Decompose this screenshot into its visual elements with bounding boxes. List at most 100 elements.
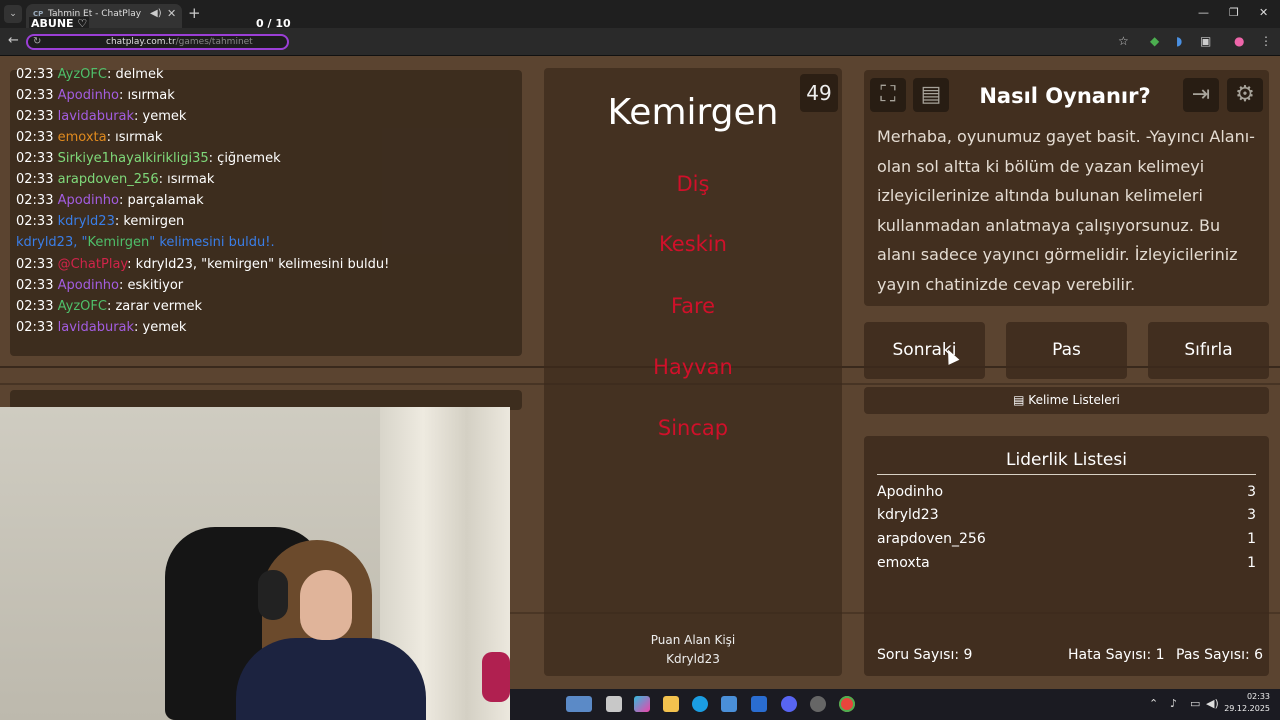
chat-message: 02:33 lavidaburak: yemek — [16, 109, 186, 124]
taskbar-time: 02:33 — [1246, 692, 1270, 701]
chat-username[interactable]: @ChatPlay — [58, 257, 128, 272]
system-prefix: kdryld23, " — [16, 235, 88, 250]
settings-gear-icon[interactable]: ⚙ — [1227, 78, 1263, 112]
chat-text: : kdryld23, "kemirgen" kelimesini buldu! — [127, 257, 390, 272]
mail-icon[interactable] — [751, 696, 767, 712]
tray-mic-icon[interactable]: ♪ — [1170, 697, 1177, 710]
chat-timestamp: 02:33 — [16, 88, 54, 103]
chat-username[interactable]: Apodinho — [58, 88, 119, 103]
chat-text: : eskitiyor — [119, 278, 184, 293]
tab-close-icon[interactable]: ✕ — [167, 7, 176, 20]
system-word: Kemirgen — [87, 235, 150, 250]
chat-timestamp: 02:33 — [16, 67, 54, 82]
chat-message: 02:33 Apodinho: eskitiyor — [16, 278, 183, 293]
bookmark-star-icon[interactable]: ☆ — [1118, 34, 1129, 48]
chat-timestamp: 02:33 — [16, 172, 54, 187]
chat-username[interactable]: Apodinho — [58, 278, 119, 293]
chat-username[interactable]: Apodinho — [58, 193, 119, 208]
store-icon[interactable] — [721, 696, 737, 712]
target-word: Kemirgen — [607, 92, 779, 133]
taskbar-date: 29.12.2025 — [1224, 704, 1270, 713]
chat-message: 02:33 arapdoven_256: ısırmak — [16, 172, 214, 187]
notes-icon[interactable]: ▤ — [913, 78, 949, 112]
streamer-face — [300, 570, 352, 640]
task-view-icon[interactable] — [606, 696, 622, 712]
chat-text: : parçalamak — [119, 193, 204, 208]
error-count: Hata Sayısı: 1 — [1068, 647, 1165, 663]
edge-icon[interactable] — [692, 696, 708, 712]
exit-icon[interactable]: ⇥ — [1183, 78, 1219, 112]
chat-timestamp: 02:33 — [16, 130, 54, 145]
chat-timestamp: 02:33 — [16, 193, 54, 208]
chat-message: 02:33 @ChatPlay: kdryld23, "kemirgen" ke… — [16, 257, 389, 272]
chat-text: : yemek — [134, 109, 187, 124]
minimize-icon[interactable]: — — [1198, 6, 1209, 19]
pass-button[interactable]: Pas — [1006, 322, 1127, 379]
reload-icon[interactable]: ↻ — [33, 36, 41, 47]
leaderboard-divider — [877, 474, 1256, 475]
chat-text: : yemek — [134, 320, 187, 335]
chat-username[interactable]: lavidaburak — [58, 109, 134, 124]
extension-audio-icon[interactable]: ◗ — [1176, 34, 1182, 48]
reset-button[interactable]: Sıfırla — [1148, 322, 1269, 379]
tab-audio-icon[interactable]: ◀) — [150, 8, 162, 19]
taboo-word: Fare — [670, 294, 716, 318]
tab-search-icon[interactable]: ⌄ — [4, 5, 22, 23]
chrome-icon[interactable] — [839, 696, 855, 712]
list-icon: ▤ — [1013, 393, 1029, 407]
obs-icon[interactable] — [810, 696, 826, 712]
extensions-puzzle-icon[interactable]: ▣ — [1200, 34, 1211, 48]
widgets-icon[interactable] — [566, 696, 592, 712]
tray-network-icon[interactable]: ▭ — [1190, 697, 1200, 710]
word-lists-button[interactable]: ▤ Kelime Listeleri — [864, 387, 1269, 414]
tray-chevron-icon[interactable]: ⌃ — [1149, 697, 1158, 710]
scorer-label: Puan Alan Kişi — [650, 633, 736, 647]
chat-username[interactable]: lavidaburak — [58, 320, 134, 335]
windows-taskbar — [510, 689, 1280, 720]
copilot-icon[interactable] — [634, 696, 650, 712]
word-lists-label: Kelime Listeleri — [1028, 393, 1120, 407]
pass-count: Pas Sayısı: 6 — [1176, 647, 1264, 663]
leaderboard-score: 1 — [1247, 555, 1256, 571]
system-suffix: " kelimesini buldu!. — [149, 235, 275, 250]
browser-tab-bar: ⌄ CP Tahmin Et - ChatPlay ◀) ✕ + — ❐ ✕ — [0, 0, 1280, 28]
new-tab-icon[interactable]: + — [188, 4, 201, 22]
discord-icon[interactable] — [781, 696, 797, 712]
maximize-icon[interactable]: ❐ — [1229, 6, 1239, 19]
how-to-play-title: Nasıl Oynanır? — [979, 84, 1151, 108]
chat-text: : kemirgen — [114, 214, 185, 229]
question-count: Soru Sayısı: 9 — [877, 647, 973, 663]
taboo-word: Sincap — [657, 416, 729, 440]
chat-timestamp: 02:33 — [16, 109, 54, 124]
back-icon[interactable]: ← — [8, 33, 19, 48]
leaderboard-name: arapdoven_256 — [877, 531, 986, 547]
next-button[interactable]: Sonraki — [864, 322, 985, 379]
chat-username[interactable]: emoxta — [58, 130, 107, 145]
leaderboard-score: 3 — [1247, 484, 1256, 500]
leaderboard-score: 3 — [1247, 507, 1256, 523]
chat-username[interactable]: Sirkiye1hayalkirikligi35 — [58, 151, 209, 166]
leaderboard-name: emoxta — [877, 555, 930, 571]
url-bar[interactable]: ↻ chatplay.com.tr/games/tahminet — [26, 34, 289, 50]
profile-avatar-icon[interactable]: ● — [1234, 34, 1244, 48]
address-toolbar: ← ↻ chatplay.com.tr/games/tahminet ☆ ◆ ◗… — [0, 28, 1280, 56]
chat-username[interactable]: AyzOFC — [58, 299, 107, 314]
chat-username[interactable]: AyzOFC — [58, 67, 107, 82]
streamer-body — [236, 638, 426, 720]
tray-volume-icon[interactable]: ◀) — [1206, 697, 1219, 710]
headphones — [258, 570, 288, 620]
browser-menu-icon[interactable]: ⋮ — [1260, 34, 1272, 48]
chat-message: 02:33 Apodinho: parçalamak — [16, 193, 204, 208]
chat-text: : zarar vermek — [106, 299, 203, 314]
chat-username[interactable]: arapdoven_256 — [58, 172, 159, 187]
microphone — [482, 652, 510, 702]
fullscreen-icon[interactable]: ⛶ — [870, 78, 906, 112]
file-explorer-icon[interactable] — [663, 696, 679, 712]
leaderboard-name: Apodinho — [877, 484, 944, 500]
taboo-word: Diş — [676, 172, 710, 196]
chat-timestamp: 02:33 — [16, 278, 54, 293]
chat-username[interactable]: kdryld23 — [58, 214, 115, 229]
extension-shield-icon[interactable]: ◆ — [1150, 34, 1159, 48]
window-close-icon[interactable]: ✕ — [1259, 6, 1268, 19]
chat-message: 02:33 emoxta: ısırmak — [16, 130, 162, 145]
